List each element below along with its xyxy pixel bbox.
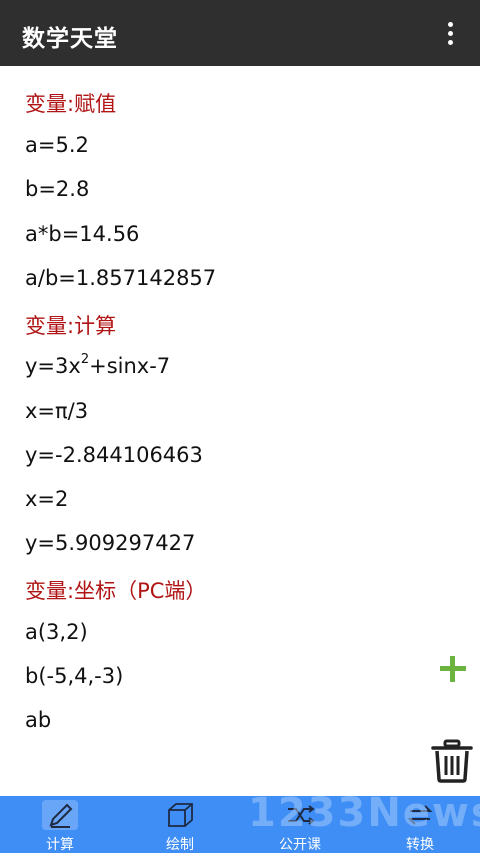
tab-label: 公开课	[279, 837, 321, 853]
section-header: 变量:计算	[25, 314, 117, 338]
app-bar: 数学天堂	[0, 0, 480, 66]
add-icon[interactable]	[440, 656, 466, 682]
expression-line[interactable]: a=5.2	[25, 133, 89, 157]
cube-icon	[168, 803, 193, 827]
expression-line[interactable]: x=π/3	[25, 399, 88, 423]
app-title: 数学天堂	[22, 26, 118, 52]
tab-label: 绘制	[166, 837, 194, 853]
expression-line[interactable]: y=-2.844106463	[25, 443, 203, 467]
tab-label: 计算	[46, 837, 74, 853]
trash-icon[interactable]	[430, 739, 474, 783]
expression-list[interactable]: 变量:赋值 a=5.2 b=2.8 a*b=14.56 a/b=1.857142…	[0, 66, 480, 796]
expression-part: +sinx-7	[89, 354, 171, 378]
expression-line[interactable]: b=2.8	[25, 177, 89, 201]
tab-draw[interactable]: 绘制	[120, 796, 240, 853]
expression-line[interactable]: x=2	[25, 487, 68, 511]
expression-line[interactable]: y=5.909297427	[25, 531, 195, 555]
expression-line[interactable]: a(3,2)	[25, 620, 88, 644]
watermark: 1233News	[248, 790, 480, 836]
overflow-menu-icon[interactable]	[438, 20, 462, 48]
section-header: 变量:赋值	[25, 92, 117, 116]
expression-part: y=3x	[25, 354, 81, 378]
expression-line[interactable]: b(-5,4,-3)	[25, 664, 123, 688]
expression-line[interactable]: y=3x2+sinx-7	[25, 352, 171, 378]
exponent: 2	[80, 352, 90, 367]
expression-line[interactable]: ab	[25, 708, 51, 732]
tab-calculate[interactable]: 计算	[0, 796, 120, 853]
expression-line[interactable]: a*b=14.56	[25, 222, 139, 246]
pencil-icon	[42, 800, 78, 830]
expression-line[interactable]: a/b=1.857142857	[25, 266, 216, 290]
tab-label: 转换	[406, 837, 434, 853]
section-header: 变量:坐标（PC端）	[25, 579, 207, 603]
